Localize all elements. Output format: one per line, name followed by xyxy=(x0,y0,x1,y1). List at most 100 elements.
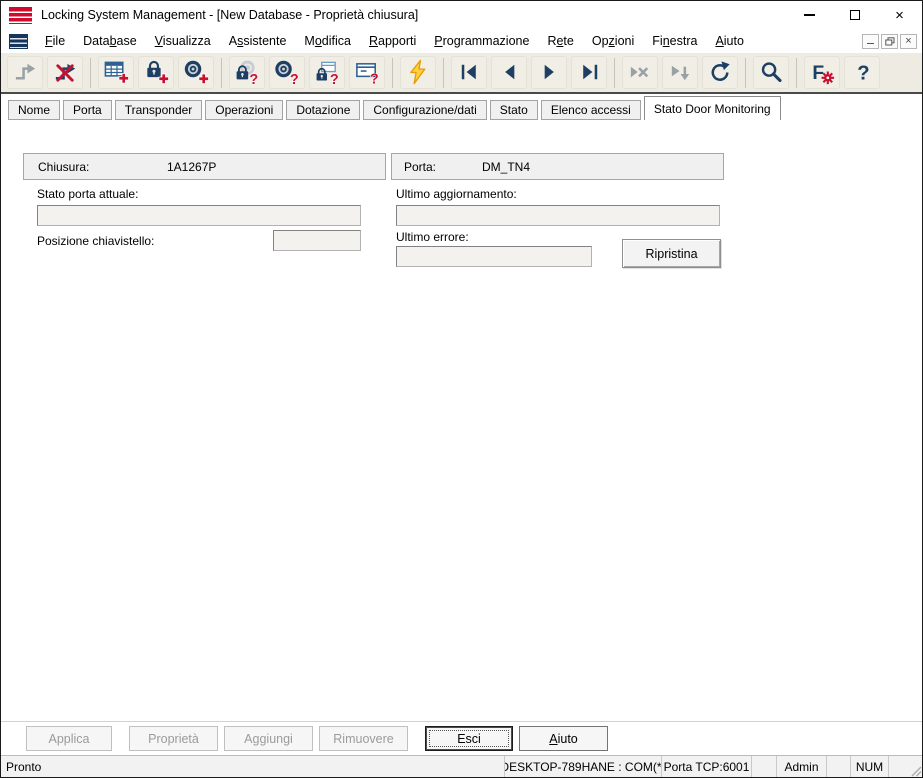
status-host: DESKTOP-789HANE : COM(*) xyxy=(504,756,661,777)
tab-porta[interactable]: Porta xyxy=(63,100,112,120)
menu-database[interactable]: Database xyxy=(74,32,146,50)
tab-elenco-accessi[interactable]: Elenco accessi xyxy=(541,100,641,120)
maximize-button[interactable] xyxy=(832,1,877,29)
skip-cross-icon xyxy=(627,59,654,86)
svg-text:?: ? xyxy=(369,72,378,86)
rimuovere-button: Rimuovere xyxy=(319,726,408,751)
esci-button[interactable]: Esci xyxy=(425,726,513,751)
resize-grip-icon xyxy=(908,763,922,777)
read-lock-network-icon: ? xyxy=(314,59,341,86)
aiuto-button[interactable]: Aiuto xyxy=(519,726,608,751)
mdi-close-button[interactable]: × xyxy=(900,34,917,49)
mdi-minimize-icon xyxy=(867,43,874,45)
status-user: Admin xyxy=(776,756,826,777)
minimize-button[interactable] xyxy=(787,1,832,29)
document-system-icon xyxy=(9,34,28,49)
toolbar-separator xyxy=(443,58,444,88)
stato-porta-label: Stato porta attuale: xyxy=(37,187,138,201)
connect-icon xyxy=(12,59,39,86)
previous-record-button[interactable] xyxy=(491,56,527,89)
filter-settings-icon: F xyxy=(809,59,836,86)
refresh-button[interactable] xyxy=(702,56,738,89)
programming-flash-icon xyxy=(405,59,432,86)
status-ready-text: Pronto xyxy=(1,756,504,777)
menu-aiuto[interactable]: Aiuto xyxy=(706,32,753,50)
toolbar-separator xyxy=(796,58,797,88)
read-window-icon: ? xyxy=(354,59,381,86)
menu-rete[interactable]: Rete xyxy=(538,32,582,50)
menu-programmazione[interactable]: Programmazione xyxy=(425,32,538,50)
porta-box: Porta: DM_TN4 xyxy=(391,153,724,180)
status-tcp-port: Porta TCP:6001 xyxy=(661,756,751,777)
add-transponder-button[interactable] xyxy=(178,56,214,89)
porta-value: DM_TN4 xyxy=(482,160,530,174)
disconnect-icon xyxy=(52,59,79,86)
last-record-button[interactable] xyxy=(571,56,607,89)
toolbar-separator xyxy=(221,58,222,88)
read-lock-network-button[interactable]: ? xyxy=(309,56,345,89)
posizione-chiavistello-label: Posizione chiavistello: xyxy=(37,234,154,248)
menu-finestra[interactable]: Finestra xyxy=(643,32,706,50)
tab-configurazione-dati[interactable]: Configurazione/dati xyxy=(363,100,486,120)
chiusura-box: Chiusura: 1A1267P xyxy=(23,153,386,180)
skip-down-button xyxy=(662,56,698,89)
chiusura-value: 1A1267P xyxy=(167,160,216,174)
app-logo-icon xyxy=(9,7,32,24)
add-lock-icon xyxy=(143,59,170,86)
mdi-restore-icon xyxy=(885,37,895,46)
menu-file[interactable]: File xyxy=(36,32,74,50)
filter-settings-button[interactable]: F xyxy=(804,56,840,89)
read-lock-icon: ? xyxy=(234,59,261,86)
read-transponder-button[interactable]: ? xyxy=(269,56,305,89)
toolbar: ???? F? xyxy=(1,53,922,94)
add-locking-plan-button[interactable] xyxy=(98,56,134,89)
close-button[interactable]: × xyxy=(877,1,922,29)
stato-porta-field[interactable] xyxy=(37,205,361,226)
posizione-chiavistello-field[interactable] xyxy=(273,230,361,251)
svg-text:?: ? xyxy=(857,62,869,84)
programming-flash-button[interactable] xyxy=(400,56,436,89)
resize-grip[interactable] xyxy=(906,756,922,777)
add-locking-plan-icon xyxy=(103,59,130,86)
next-record-button[interactable] xyxy=(531,56,567,89)
menu-rapporti[interactable]: Rapporti xyxy=(360,32,425,50)
toolbar-separator xyxy=(745,58,746,88)
read-lock-button[interactable]: ? xyxy=(229,56,265,89)
svg-text:F: F xyxy=(812,63,824,84)
menu-modifica[interactable]: Modifica xyxy=(295,32,360,50)
mdi-minimize-button[interactable] xyxy=(862,34,879,49)
tab-operazioni[interactable]: Operazioni xyxy=(205,100,283,120)
tab-stato[interactable]: Stato xyxy=(490,100,538,120)
mdi-restore-button[interactable] xyxy=(881,34,898,49)
add-lock-button[interactable] xyxy=(138,56,174,89)
menu-opzioni[interactable]: Opzioni xyxy=(583,32,643,50)
mdi-window-controls: × xyxy=(862,34,917,49)
window-controls: × xyxy=(787,1,922,29)
skip-cross-button xyxy=(622,56,658,89)
ultimo-aggiornamento-label: Ultimo aggiornamento: xyxy=(396,187,517,201)
svg-text:?: ? xyxy=(289,72,298,86)
search-button[interactable] xyxy=(753,56,789,89)
tab-dotazione[interactable]: Dotazione xyxy=(286,100,360,120)
door-monitoring-panel: Chiusura: 1A1267P Porta: DM_TN4 Stato po… xyxy=(1,120,922,721)
ultimo-aggiornamento-field[interactable] xyxy=(396,205,720,226)
applica-button: Applica xyxy=(26,726,112,751)
ultimo-errore-field[interactable] xyxy=(396,246,592,267)
menu-visualizza[interactable]: Visualizza xyxy=(146,32,220,50)
window-title: Locking System Management - [New Databas… xyxy=(41,8,787,22)
help-button[interactable]: ? xyxy=(844,56,880,89)
disconnect-button[interactable] xyxy=(47,56,83,89)
tab-nome[interactable]: Nome xyxy=(8,100,60,120)
add-transponder-icon xyxy=(183,59,210,86)
toolbar-separator xyxy=(392,58,393,88)
first-record-button[interactable] xyxy=(451,56,487,89)
maximize-icon xyxy=(850,10,860,20)
tab-strip: NomePortaTransponderOperazioniDotazioneC… xyxy=(1,94,922,120)
close-icon: × xyxy=(895,8,904,23)
read-window-button[interactable]: ? xyxy=(349,56,385,89)
ripristina-button[interactable]: Ripristina xyxy=(622,239,721,268)
first-record-icon xyxy=(456,59,483,86)
menu-assistente[interactable]: Assistente xyxy=(220,32,296,50)
tab-stato-door-monitoring[interactable]: Stato Door Monitoring xyxy=(644,96,781,120)
tab-transponder[interactable]: Transponder xyxy=(115,100,203,120)
